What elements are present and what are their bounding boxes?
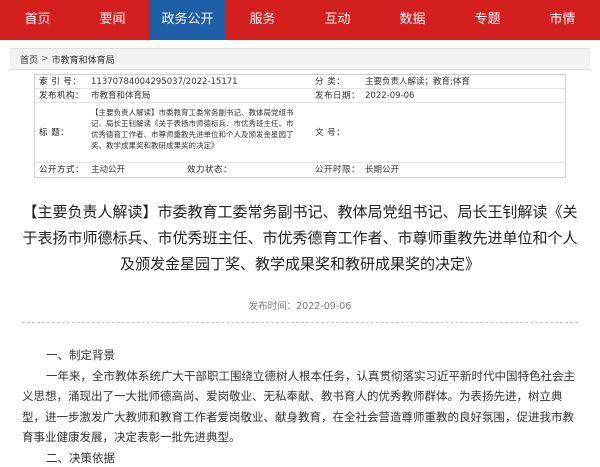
section-1-heading: 一、制定背景: [46, 348, 115, 362]
info-row-index: 索 引 号： 11370784004295037/2022-15171 分 类：…: [35, 75, 565, 89]
docno-label: 文 号：: [315, 128, 346, 138]
info-row-open: 公开方式： 主动公开 效力状态： 公开时限： 长期公开: [35, 163, 565, 177]
info-row-title: 标 题： 【主要负责人解读】市委教育工委常务副书记、教体局党组书记、局长王钊解读…: [35, 103, 565, 163]
nav-home[interactable]: 首页: [0, 0, 75, 40]
article-body: 一、制定背景 一年来，全市教体系统广大干部职工围绕立德树人根本任务，认真贯彻落实…: [22, 345, 578, 467]
nav-gov-affairs[interactable]: 政务公开: [150, 0, 225, 40]
publisher-label: 发布机构：: [39, 91, 85, 101]
section-2-heading: 二、决策依据: [46, 450, 115, 465]
chevron-right-icon: >: [41, 54, 49, 64]
nav-news[interactable]: 要闻: [75, 0, 150, 40]
nav-services[interactable]: 服务: [225, 0, 300, 40]
nav-city-info[interactable]: 市情: [525, 0, 600, 40]
category-value: 主要负责人解读；教育;体育: [365, 77, 470, 87]
info-row-publisher: 发布机构： 市教育和体育局 发布日期： 2022-09-06: [35, 89, 565, 103]
nav-topics[interactable]: 专题: [450, 0, 525, 40]
period-label: 公开时限：: [315, 165, 361, 175]
validity-value: [235, 163, 311, 177]
nav-data[interactable]: 数据: [375, 0, 450, 40]
publisher-value: 市教育和体育局: [91, 91, 151, 101]
date-label: 发布日期：: [315, 91, 361, 101]
index-value: 11370784004295037/2022-15171: [91, 77, 238, 87]
publish-date: 发布时间：2022-09-06: [248, 301, 352, 312]
date-value: 2022-09-06: [365, 91, 415, 101]
breadcrumb: 首页 > 市教育和体育局: [10, 48, 590, 70]
validity-label: 效力状态：: [187, 165, 233, 175]
section-1-paragraph: 一年来，全市教体系统广大干部职工围绕立德树人根本任务，认真贯彻落实习近平新时代中…: [22, 368, 575, 445]
nav-interaction[interactable]: 互动: [300, 0, 375, 40]
breadcrumb-home-link[interactable]: 首页: [20, 53, 38, 66]
index-label: 索 引 号：: [39, 77, 82, 87]
title-value: 【主要负责人解读】市委教育工委常务副书记、教体局党组书记、局长王钊解读《关于表扬…: [91, 108, 294, 150]
document-info-table: 索 引 号： 11370784004295037/2022-15171 分 类：…: [34, 74, 566, 178]
article-title: 【主要负责人解读】市委教育工委常务副书记、教体局党组书记、局长王钊解读《关于表扬…: [22, 203, 578, 273]
docno-value: [361, 103, 365, 162]
divider: [22, 322, 578, 323]
open-label: 公开方式：: [39, 165, 85, 175]
period-value: 长期公开: [365, 165, 400, 175]
open-value: 主动公开: [91, 165, 126, 175]
title-label: 标 题：: [39, 128, 70, 138]
top-nav: 首页 要闻 政务公开 服务 互动 数据 专题 市情: [0, 0, 600, 40]
breadcrumb-bureau-link[interactable]: 市教育和体育局: [52, 53, 115, 66]
category-label: 分 类：: [315, 77, 346, 87]
